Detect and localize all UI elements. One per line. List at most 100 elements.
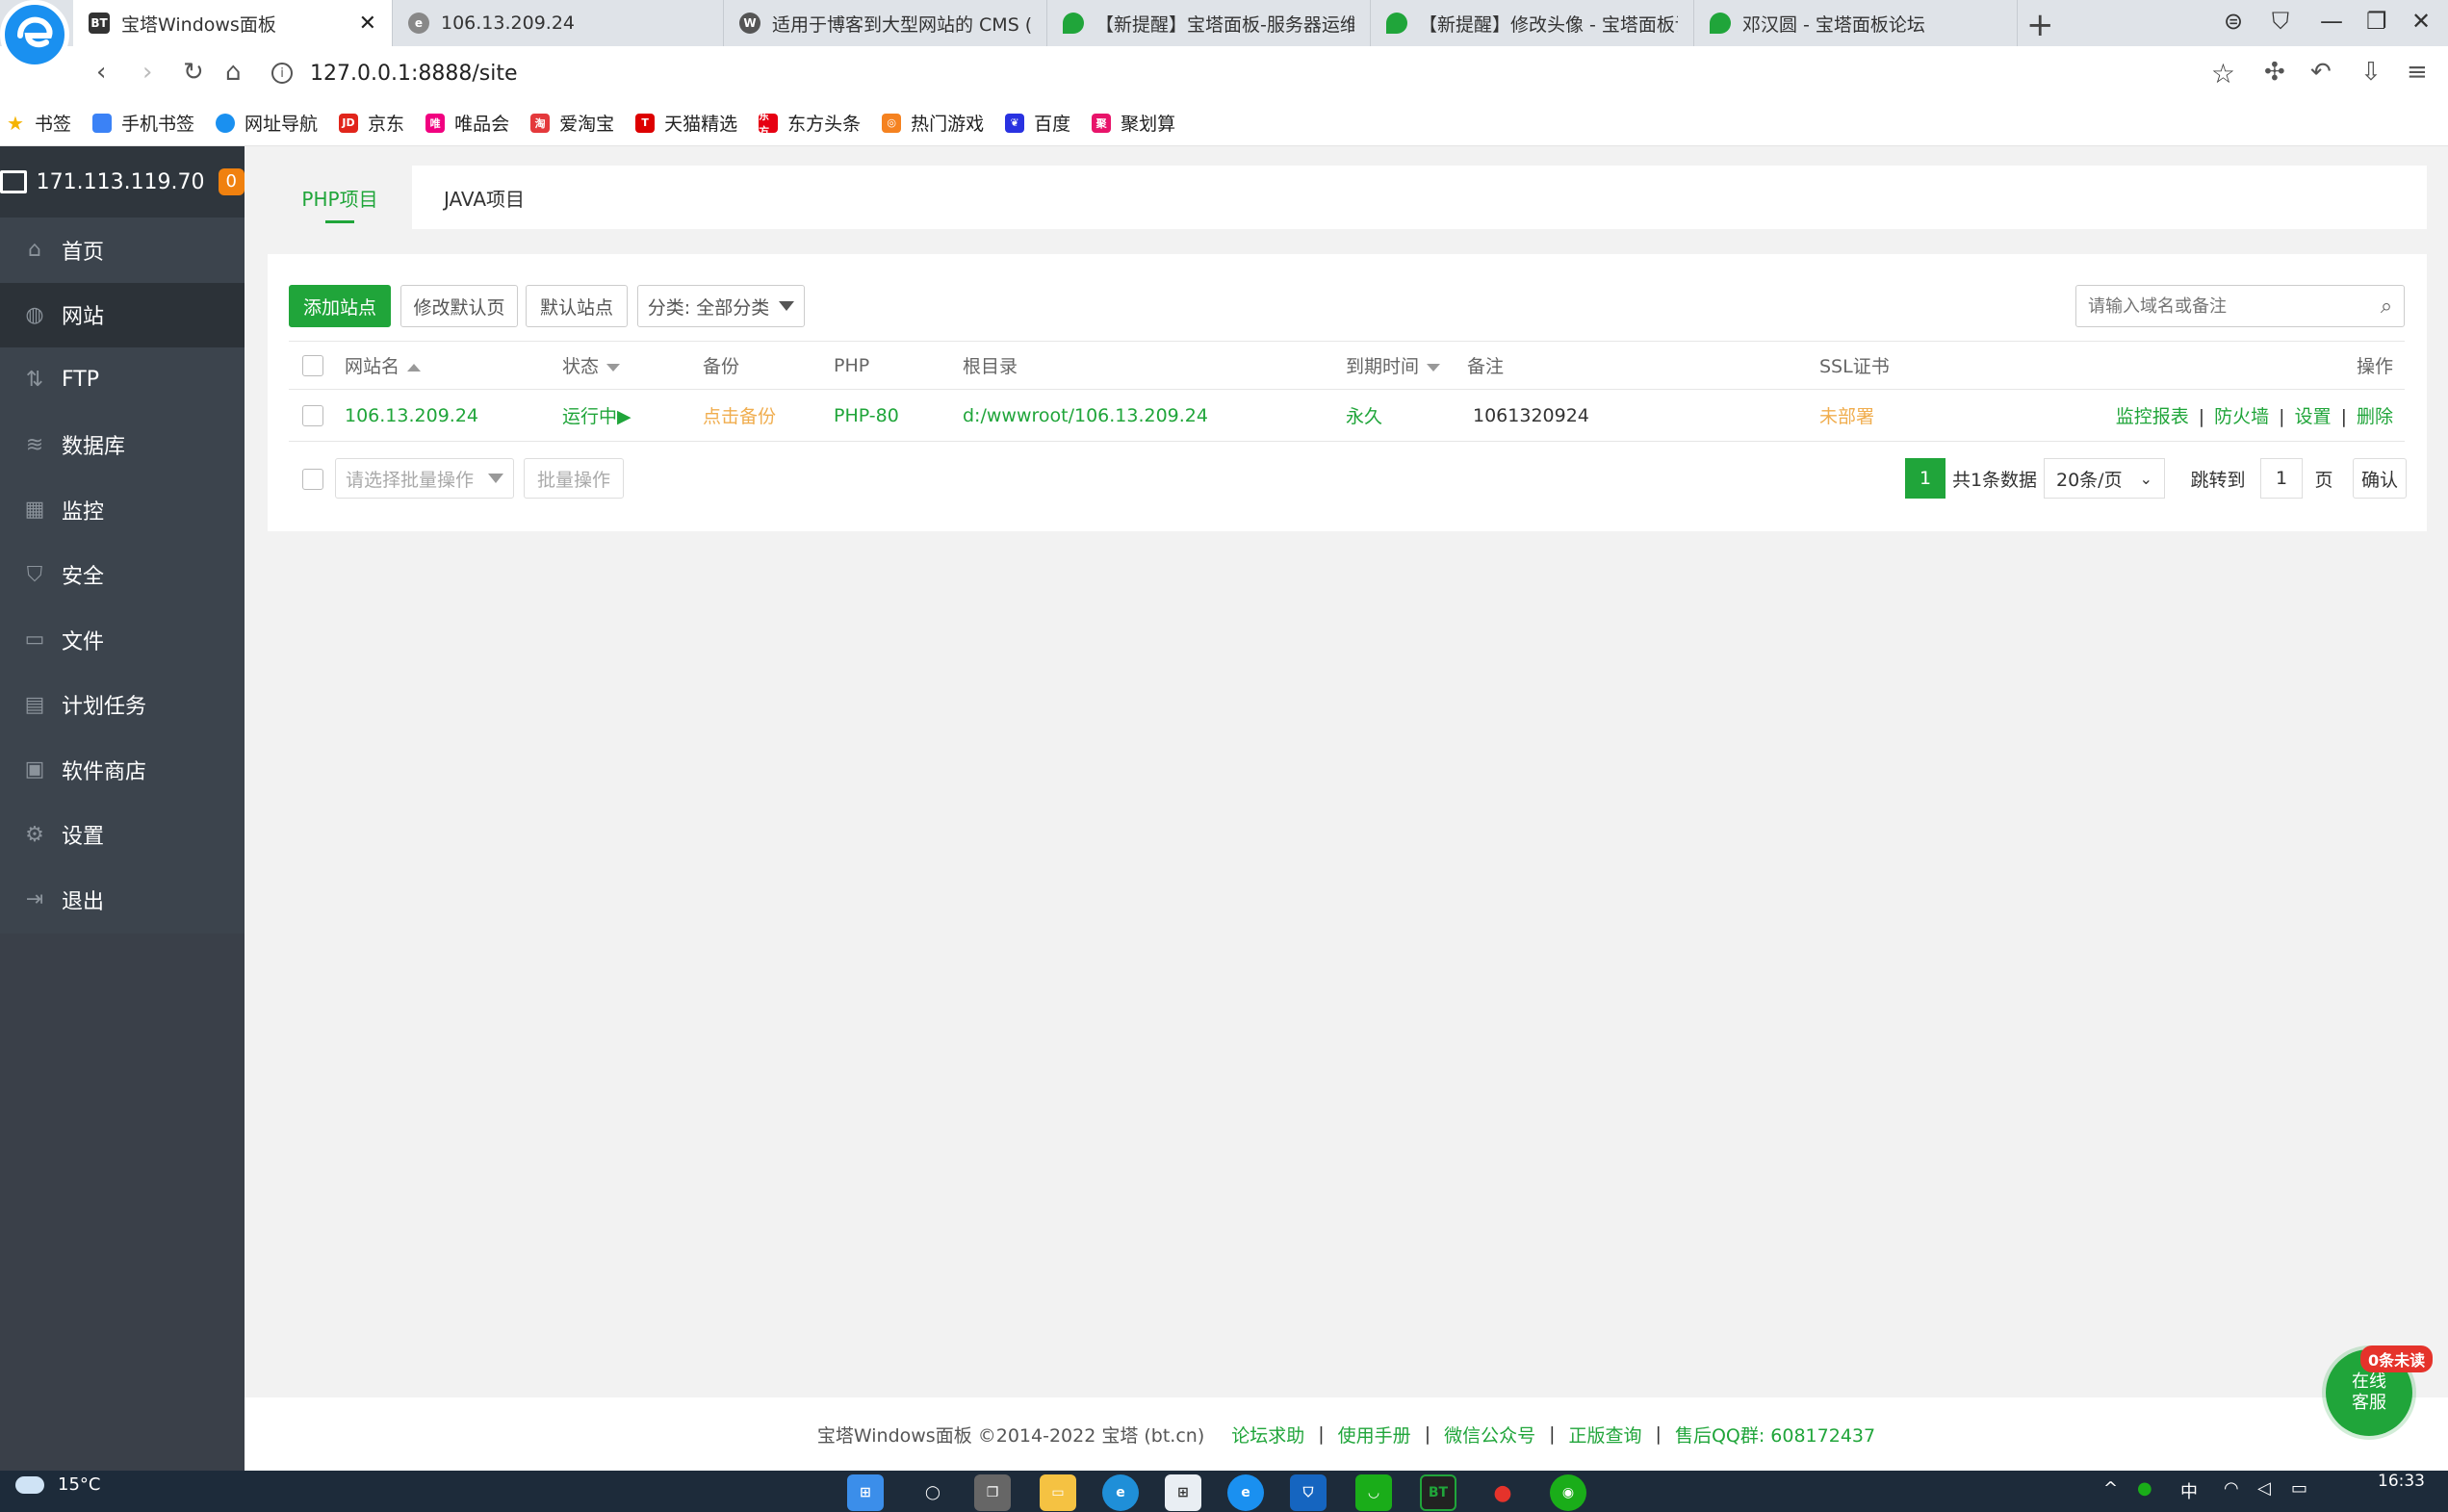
page-current[interactable]: 1	[1905, 458, 1946, 499]
sidebar-item-9[interactable]: ⚙ 设置	[0, 803, 245, 868]
site-status-toggle[interactable]: 运行中▶	[562, 389, 703, 442]
file-explorer-icon[interactable]: ▭	[1040, 1474, 1076, 1511]
battery-icon[interactable]: ▭	[2291, 1478, 2307, 1499]
license-check-link[interactable]: 正版查询	[1569, 1422, 1642, 1448]
per-page-select[interactable]: 20条/页 ⌄	[2044, 458, 2165, 499]
windows-start-icon[interactable]: ⊞	[847, 1474, 884, 1511]
search-icon[interactable]: ◯	[915, 1474, 951, 1511]
sidebar-item-2[interactable]: ⇅ FTP	[0, 347, 245, 413]
select-all-checkbox[interactable]	[302, 354, 323, 376]
php-version-link[interactable]: PHP-80	[834, 389, 963, 442]
sidebar-item-6[interactable]: ▭ 文件	[0, 607, 245, 673]
undo-icon[interactable]: ↶	[2310, 58, 2332, 87]
shield-app-icon[interactable]: ⛉	[1290, 1474, 1327, 1511]
site-info-icon[interactable]: i	[271, 63, 293, 84]
sidebar-item-4[interactable]: ▦ 监控	[0, 477, 245, 543]
ime-indicator[interactable]: 中	[2180, 1478, 2198, 1503]
forward-icon[interactable]: ›	[142, 58, 152, 87]
bookmark-item[interactable]: ◎ 热门游戏	[882, 110, 984, 136]
sidebar-item-3[interactable]: ≋ 数据库	[0, 413, 245, 478]
site-name-link[interactable]: 106.13.209.24	[345, 389, 562, 442]
site-search[interactable]: ⌕	[2075, 285, 2405, 327]
bookmark-item[interactable]: 手机书签	[92, 110, 194, 136]
browser-logo-icon[interactable]	[0, 0, 69, 69]
bookmark-item[interactable]: 聚聚划算	[1092, 110, 1175, 136]
tab-php-projects[interactable]: PHP项目	[268, 166, 412, 229]
shirt-icon[interactable]: ⛉	[2272, 8, 2289, 35]
wechat-link[interactable]: 微信公众号	[1444, 1422, 1535, 1448]
row-checkbox[interactable]	[302, 404, 323, 426]
volume-icon[interactable]: ◁	[2257, 1478, 2271, 1499]
wechat-icon[interactable]: ◉	[1550, 1474, 1586, 1511]
tab-java-projects[interactable]: JAVA项目	[412, 166, 556, 229]
col-expire[interactable]: 到期时间	[1346, 341, 1467, 390]
confirm-jump-button[interactable]: 确认	[2353, 458, 2407, 499]
ssl-status-link[interactable]: 未部署	[1819, 389, 2108, 442]
browser-taskbar-icon[interactable]: e	[1227, 1474, 1264, 1511]
manual-link[interactable]: 使用手册	[1338, 1422, 1411, 1448]
extensions-icon[interactable]: ✣	[2264, 58, 2285, 87]
wifi-icon[interactable]: ◠	[2224, 1478, 2239, 1499]
bookmark-item[interactable]: T 天猫精选	[635, 110, 737, 136]
download-icon[interactable]: ⇩	[2360, 58, 2382, 87]
sidebar-item-8[interactable]: ▣ 软件商店	[0, 737, 245, 803]
menu-icon[interactable]: ≡	[2407, 58, 2428, 87]
tray-chevron-icon[interactable]: ^	[2103, 1478, 2118, 1499]
bookmark-item[interactable]: JD 京东	[339, 110, 404, 136]
bookmark-item[interactable]: 唯唯品会	[425, 110, 509, 136]
tab-wordpress[interactable]: W 适用于博客到大型网站的 CMS (P	[724, 0, 1047, 46]
address-bar[interactable]: i 127.0.0.1:8888/site ☆	[271, 52, 2255, 94]
tab-bt-forum-2[interactable]: 【新提醒】修改头像 - 宝塔面板论	[1371, 0, 1694, 46]
weather-widget[interactable]: 15°C	[15, 1474, 100, 1495]
forum-help-link[interactable]: 论坛求助	[1231, 1422, 1304, 1448]
bookmark-item[interactable]: ❦ 百度	[1005, 110, 1070, 136]
firewall-link[interactable]: 防火墙	[2214, 406, 2269, 427]
sidebar-item-5[interactable]: ⛉ 安全	[0, 543, 245, 608]
default-site-button[interactable]: 默认站点	[526, 285, 628, 327]
tab-bt-forum-1[interactable]: 【新提醒】宝塔面板-服务器运维	[1047, 0, 1371, 46]
store-icon[interactable]: ⊞	[1165, 1474, 1201, 1511]
tab-ip[interactable]: e 106.13.209.24	[393, 0, 724, 46]
monitor-report-link[interactable]: 监控报表	[2116, 406, 2189, 427]
batch-select-checkbox[interactable]	[302, 469, 323, 490]
jump-page-input[interactable]: 1	[2260, 458, 2303, 499]
clock-time[interactable]: 16:33	[2378, 1472, 2425, 1491]
tab-bt-forum-3[interactable]: 邓汉圆 - 宝塔面板论坛	[1694, 0, 2018, 46]
close-window-icon[interactable]: ✕	[2411, 8, 2431, 35]
edge-icon[interactable]: e	[1102, 1474, 1139, 1511]
backup-link[interactable]: 点击备份	[703, 389, 834, 442]
collections-icon[interactable]: ⊜	[2224, 8, 2243, 35]
expire-link[interactable]: 永久	[1346, 389, 1467, 442]
url-text[interactable]: 127.0.0.1:8888/site	[310, 62, 518, 86]
back-icon[interactable]: ‹	[96, 58, 106, 87]
add-site-button[interactable]: 添加站点	[289, 285, 391, 327]
bookmark-item[interactable]: 东方 东方头条	[759, 110, 861, 138]
col-name[interactable]: 网站名	[345, 341, 562, 390]
sidebar-item-7[interactable]: ▤ 计划任务	[0, 673, 245, 738]
category-select[interactable]: 分类: 全部分类	[637, 285, 805, 327]
col-status[interactable]: 状态	[562, 341, 703, 390]
search-icon[interactable]: ⌕	[2369, 295, 2404, 319]
bt-taskbar-icon[interactable]: BT	[1420, 1474, 1456, 1511]
minimize-icon[interactable]: —	[2320, 8, 2343, 35]
bookmark-star-icon[interactable]: ☆	[2211, 58, 2235, 90]
remark-field[interactable]: 1061320924	[1467, 389, 1819, 442]
sidebar-item-1[interactable]: ◍ 网站	[0, 282, 245, 347]
bookmark-item[interactable]: 淘爱淘宝	[530, 110, 614, 136]
refresh-icon[interactable]: ↻	[183, 58, 204, 87]
root-dir-link[interactable]: d:/wwwroot/106.13.209.24	[963, 389, 1346, 442]
chat-app-icon[interactable]: ◡	[1355, 1474, 1392, 1511]
search-input[interactable]	[2076, 295, 2369, 317]
restore-icon[interactable]: ❐	[2366, 8, 2387, 35]
new-tab-icon[interactable]: +	[2026, 6, 2054, 44]
batch-action-select[interactable]: 请选择批量操作	[335, 458, 514, 499]
batch-action-button[interactable]: 批量操作	[524, 458, 624, 499]
message-badge[interactable]: 0	[218, 168, 245, 195]
sidebar-item-10[interactable]: ⇥ 退出	[0, 867, 245, 933]
sidebar-item-0[interactable]: ⌂ 首页	[0, 218, 245, 283]
tray-wechat-icon[interactable]: ●	[2137, 1478, 2152, 1499]
close-tab-icon[interactable]: ✕	[359, 12, 376, 36]
game-app-icon[interactable]: ●	[1484, 1474, 1521, 1511]
home-icon[interactable]: ⌂	[225, 58, 242, 87]
edit-default-page-button[interactable]: 修改默认页	[400, 285, 518, 327]
